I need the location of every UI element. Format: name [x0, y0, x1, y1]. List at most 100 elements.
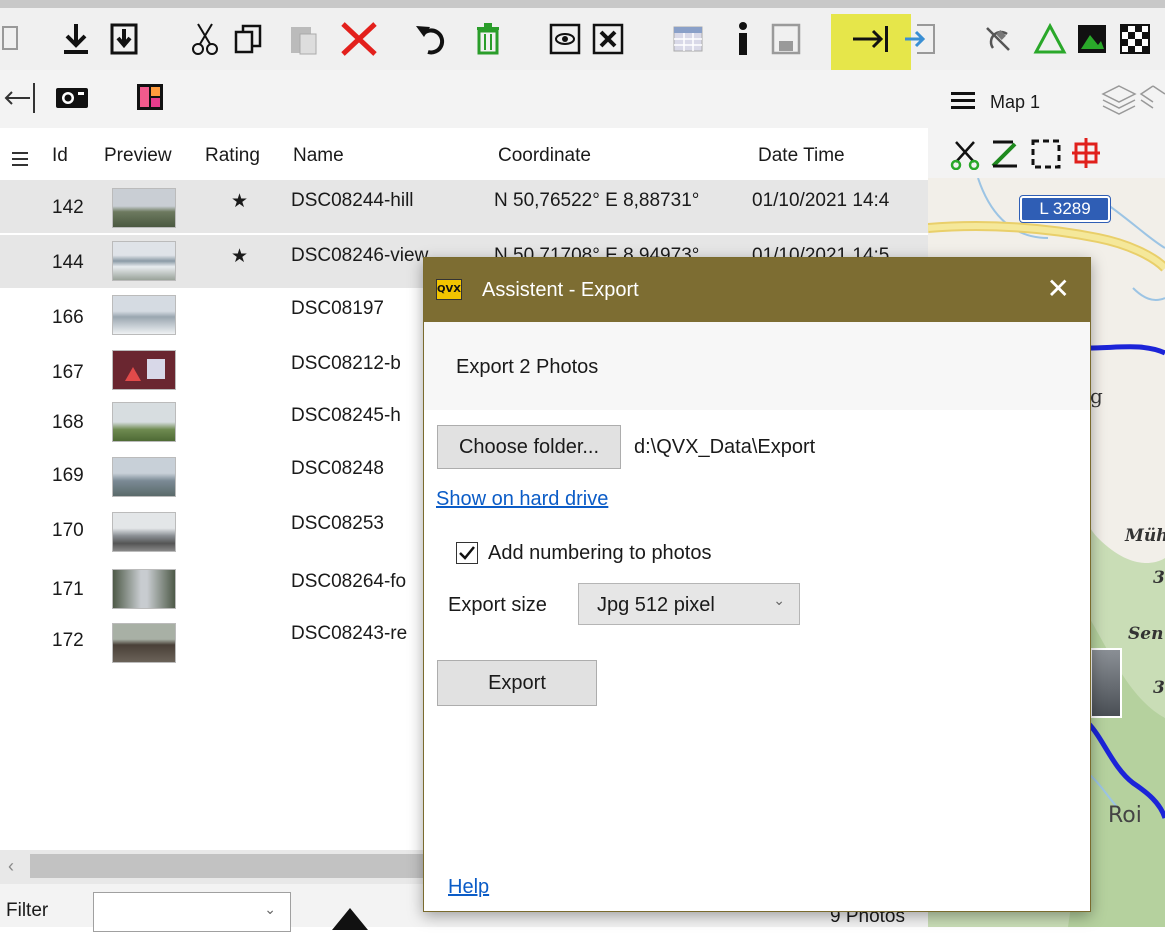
- map-header: Map 1: [928, 70, 1165, 178]
- cell-id: 168: [52, 412, 84, 433]
- help-link[interactable]: Help: [448, 876, 489, 899]
- export-size-select[interactable]: Jpg 512 pixel ⌄: [578, 583, 800, 625]
- back-icon[interactable]: [0, 80, 36, 121]
- map-view-icon[interactable]: [545, 16, 585, 62]
- menu-icon[interactable]: [950, 90, 976, 117]
- choose-folder-button[interactable]: Choose folder...: [437, 425, 621, 469]
- place-label: Sen: [1128, 624, 1164, 644]
- photo-thumbnail[interactable]: [112, 623, 176, 663]
- cell-name: DSC08245-h: [291, 405, 401, 426]
- cell-id: 166: [52, 307, 84, 328]
- column-header-rating[interactable]: Rating: [205, 145, 260, 167]
- photo-thumbnail[interactable]: [112, 457, 176, 497]
- trash-icon[interactable]: [468, 16, 508, 62]
- export-dialog: QVX Assistent - Export ✕ Export 2 Photos…: [423, 257, 1091, 912]
- cell-id: 142: [52, 197, 84, 218]
- table-row[interactable]: 142 ★ DSC08244-hill N 50,76522° E 8,8873…: [0, 180, 928, 233]
- filter-label: Filter: [6, 900, 49, 921]
- photo-marker[interactable]: [1090, 648, 1122, 718]
- photo-thumbnail[interactable]: [112, 402, 176, 442]
- cell-id: 167: [52, 362, 84, 383]
- column-header-name[interactable]: Name: [293, 145, 344, 167]
- column-header-id[interactable]: Id: [52, 145, 68, 167]
- layers-icon[interactable]: [1101, 82, 1165, 123]
- horizontal-scrollbar[interactable]: ‹: [0, 850, 440, 884]
- photo-thumbnail[interactable]: [112, 295, 176, 335]
- scissors-route-icon[interactable]: [950, 138, 980, 175]
- triangle-icon[interactable]: [1030, 16, 1070, 62]
- import-arrow-icon[interactable]: [900, 16, 940, 62]
- checkmark-icon: [459, 546, 475, 560]
- sort-up-icon[interactable]: [330, 906, 370, 935]
- map-name-label[interactable]: Map 1: [990, 92, 1040, 113]
- info-icon[interactable]: [728, 16, 758, 62]
- column-header-datetime[interactable]: Date Time: [758, 145, 845, 167]
- export-arrow-icon[interactable]: [848, 16, 898, 62]
- cell-name: DSC08253: [291, 513, 384, 534]
- photo-thumbnail[interactable]: [112, 569, 176, 609]
- photo-thumbnail[interactable]: [112, 512, 176, 552]
- road-sign-label: L 3289: [1019, 195, 1111, 223]
- cell-name: DSC08264-fo: [291, 571, 407, 592]
- close-icon[interactable]: ✕: [1047, 272, 1070, 305]
- cell-id: 172: [52, 630, 84, 651]
- camera-icon[interactable]: [54, 84, 90, 115]
- numbering-checkbox[interactable]: [456, 542, 478, 564]
- cut-icon[interactable]: [185, 16, 225, 62]
- image-icon[interactable]: [1072, 16, 1112, 62]
- photo-thumbnail[interactable]: [112, 188, 176, 228]
- chevron-down-icon: ⌄: [773, 592, 785, 608]
- dialog-banner: Export 2 Photos: [424, 322, 1090, 410]
- rating-star: ★: [231, 191, 249, 212]
- copy-icon[interactable]: [228, 16, 268, 62]
- chevron-down-icon: ⌄: [264, 901, 276, 917]
- map-close-icon[interactable]: [588, 16, 628, 62]
- cell-id: 171: [52, 579, 84, 600]
- cell-name: DSC08246-view: [291, 245, 429, 266]
- cell-name: DSC08248: [291, 458, 384, 479]
- cell-name: DSC08212-b: [291, 353, 401, 374]
- column-header-coordinate[interactable]: Coordinate: [498, 145, 591, 167]
- dialog-title-bar[interactable]: QVX Assistent - Export ✕: [424, 258, 1090, 322]
- column-chooser-icon[interactable]: [10, 148, 30, 173]
- cell-datetime: 01/10/2021 14:4: [752, 190, 890, 211]
- place-label: 3: [1153, 678, 1165, 698]
- import-icon[interactable]: [104, 16, 144, 62]
- sum-icon[interactable]: [989, 138, 1019, 175]
- cell-id: 144: [52, 252, 84, 273]
- table-icon[interactable]: [668, 16, 708, 62]
- app-logo: QVX: [436, 279, 462, 300]
- export-button[interactable]: Export: [437, 660, 597, 706]
- scroll-thumb[interactable]: [30, 854, 430, 878]
- photo-thumbnail[interactable]: [112, 350, 176, 390]
- cell-name: DSC08243-re: [291, 623, 408, 644]
- color-palette-icon[interactable]: [135, 82, 165, 117]
- cell-coordinate: N 50,76522° E 8,88731°: [494, 190, 700, 211]
- save-icon[interactable]: [766, 16, 806, 62]
- main-toolbar: [0, 0, 1165, 72]
- crosshair-icon[interactable]: [1070, 136, 1104, 175]
- folder-path: d:\QVX_Data\Export: [634, 436, 816, 458]
- cell-name: DSC08197: [291, 298, 384, 319]
- cell-name: DSC08244-hill: [291, 190, 414, 211]
- filter-select[interactable]: ⌄: [93, 892, 291, 932]
- delete-icon[interactable]: [335, 16, 383, 62]
- checker-icon[interactable]: [1115, 16, 1155, 62]
- select-area-icon[interactable]: [1030, 138, 1062, 175]
- rating-star: ★: [231, 246, 249, 267]
- satellite-icon[interactable]: [978, 16, 1018, 62]
- dialog-heading: Export 2 Photos: [456, 356, 599, 378]
- page-icon[interactable]: [0, 16, 22, 62]
- show-on-hard-drive-link[interactable]: Show on hard drive: [436, 488, 608, 511]
- numbering-label[interactable]: Add numbering to photos: [488, 542, 712, 565]
- secondary-toolbar: [0, 70, 928, 128]
- dialog-title: Assistent - Export: [482, 279, 639, 301]
- download-icon[interactable]: [56, 16, 96, 62]
- undo-icon[interactable]: [410, 16, 450, 62]
- paste-icon[interactable]: [283, 16, 323, 62]
- column-header-preview[interactable]: Preview: [104, 145, 172, 167]
- photo-thumbnail[interactable]: [112, 241, 176, 281]
- scroll-left-icon[interactable]: ‹: [8, 856, 14, 877]
- export-size-label: Export size: [448, 594, 547, 616]
- place-label: Roi: [1108, 803, 1142, 828]
